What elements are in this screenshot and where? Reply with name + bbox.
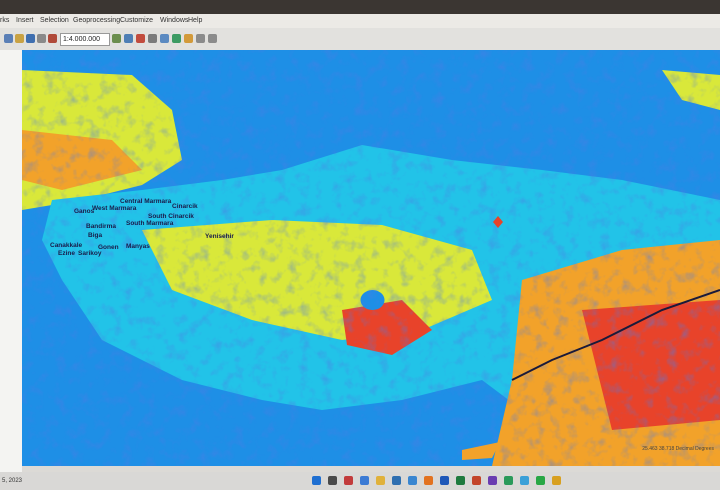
app-icon-7[interactable] — [520, 476, 529, 485]
app-icon-9[interactable] — [552, 476, 561, 485]
start-icon[interactable] — [312, 476, 321, 485]
menu-windows[interactable]: Windows — [160, 17, 188, 24]
app-icon-5[interactable] — [488, 476, 497, 485]
taskbar-date: 5, 2023 — [2, 478, 23, 484]
map-label-biga: Biga — [88, 232, 103, 239]
map-label-cinarcik: Cinarcik — [172, 203, 198, 210]
map-label-canakkale: Canakkale — [50, 242, 83, 249]
app-icon-8[interactable] — [536, 476, 545, 485]
map-label-ezine: Ezine — [58, 250, 75, 257]
coordinate-readout: 25.463 38.718 Decimal Degrees — [642, 446, 714, 452]
python-icon[interactable] — [172, 34, 181, 43]
map-scale-input[interactable]: 1:4.000.000 — [60, 33, 110, 46]
excel-icon[interactable] — [456, 476, 465, 485]
fault-density-overlay — [22, 50, 720, 466]
catalog-icon[interactable] — [136, 34, 145, 43]
map-label-central-marmara: Central Marmara — [120, 198, 172, 205]
app-icon-2[interactable] — [392, 476, 401, 485]
menu-insert[interactable]: Insert — [16, 17, 34, 24]
menu-geoprocessing[interactable]: Geoprocessing — [73, 17, 120, 24]
zoom-out-icon[interactable] — [208, 34, 217, 43]
file-explorer-icon[interactable] — [376, 476, 385, 485]
menu-selection[interactable]: Selection — [40, 17, 69, 24]
app-icon-6[interactable] — [504, 476, 513, 485]
open-icon[interactable] — [15, 34, 24, 43]
menu-customize[interactable]: Customize — [120, 17, 153, 24]
map-label-yenisehir: Yenisehir — [205, 233, 234, 240]
standard-toolbar: 1:4.000.000 — [0, 28, 720, 51]
app-icon-3[interactable] — [408, 476, 417, 485]
menu-item-works[interactable]: rks — [0, 17, 9, 24]
editor-icon[interactable] — [112, 34, 121, 43]
search-icon[interactable] — [328, 476, 337, 485]
save-icon[interactable] — [26, 34, 35, 43]
windows-taskbar: 5, 2023 — [0, 472, 720, 490]
new-map-icon[interactable] — [4, 34, 13, 43]
app-icon-1[interactable] — [344, 476, 353, 485]
menu-bar: rks Insert Selection Geoprocessing Custo… — [0, 14, 720, 28]
model-builder-icon[interactable] — [184, 34, 193, 43]
gis-application-window: rks Insert Selection Geoprocessing Custo… — [0, 14, 720, 472]
map-label-ganos: Ganos — [74, 208, 95, 215]
map-label-manyas: Manyas — [126, 243, 150, 250]
map-label-west-marmara: West Marmara — [92, 205, 137, 212]
menu-help[interactable]: Help — [188, 17, 202, 24]
edge-icon[interactable] — [360, 476, 369, 485]
raster-map — [22, 50, 720, 466]
toolbox-icon[interactable] — [160, 34, 169, 43]
map-label-south-cinarcik: South Cinarcik — [148, 213, 194, 220]
map-view[interactable]: Central Marmara West Marmara Cinarcik Ga… — [22, 50, 720, 466]
word-icon[interactable] — [440, 476, 449, 485]
add-data-icon[interactable] — [48, 34, 57, 43]
zoom-in-icon[interactable] — [196, 34, 205, 43]
app-icon-4[interactable] — [424, 476, 433, 485]
identify-icon[interactable] — [124, 34, 133, 43]
search-icon[interactable] — [148, 34, 157, 43]
map-label-bandirma: Bandirma — [86, 223, 116, 230]
powerpoint-icon[interactable] — [472, 476, 481, 485]
table-of-contents-panel[interactable] — [0, 50, 23, 472]
map-label-south-marmara: South Marmara — [126, 220, 174, 227]
print-icon[interactable] — [37, 34, 46, 43]
map-label-sarikoy: Sarikoy — [78, 250, 102, 257]
